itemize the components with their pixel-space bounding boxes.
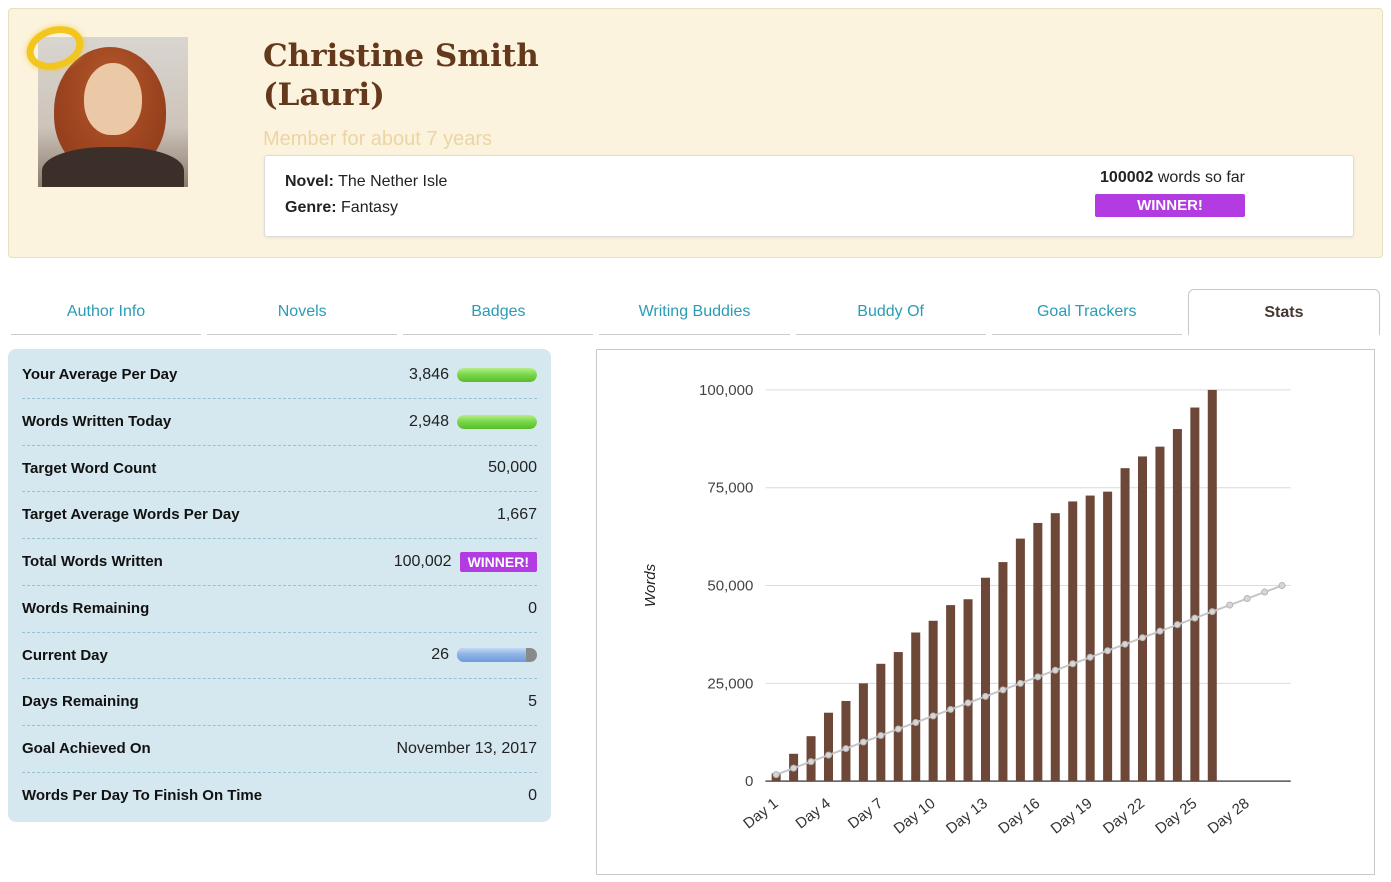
stat-row-words-today: Words Written Today 2,948 (22, 399, 537, 446)
stat-value: 26 (431, 646, 449, 664)
stat-value: 1,667 (496, 506, 537, 524)
svg-text:Day 1: Day 1 (740, 795, 781, 832)
average-per-day-bar (457, 367, 537, 382)
svg-text:Day 10: Day 10 (891, 795, 939, 838)
membership-duration: Member for about 7 years (263, 127, 492, 150)
stat-label: Current Day (22, 646, 108, 664)
svg-text:0: 0 (745, 773, 753, 790)
stat-row-target-word-count: Target Word Count 50,000 (22, 446, 537, 493)
novel-summary-box: Novel: The Nether Isle Genre: Fantasy 10… (264, 155, 1354, 237)
genre-value: Fantasy (341, 198, 398, 216)
stat-value: 100,002 (393, 552, 452, 570)
tab-author-info[interactable]: Author Info (11, 289, 202, 335)
stats-summary-panel: Your Average Per Day 3,846 Words Written… (8, 349, 551, 822)
stat-row-words-remaining: Words Remaining 0 (22, 586, 537, 633)
stat-label: Words Written Today (22, 412, 172, 430)
genre-line: Genre: Fantasy (285, 195, 447, 221)
stat-value: 3,846 (408, 365, 449, 383)
stat-row-current-day: Current Day 26 (22, 633, 537, 680)
stat-label: Target Average Words Per Day (22, 506, 240, 524)
word-count-chart-panel: 0 25,000 50,000 75,000 100,000 Day 1 Day 4 Day … (596, 349, 1375, 875)
words-so-far-count: 100002 (1100, 169, 1154, 186)
novel-label: Novel: (285, 173, 334, 190)
stat-value: 5 (528, 693, 537, 711)
stat-value: 0 (528, 786, 537, 804)
tab-buddy-of[interactable]: Buddy Of (795, 289, 986, 335)
stat-row-average-per-day: Your Average Per Day 3,846 (22, 352, 537, 399)
svg-text:Day 22: Day 22 (1100, 795, 1148, 838)
winner-badge: WINNER! (1095, 194, 1245, 217)
stat-label: Target Word Count (22, 459, 157, 477)
stat-label: Total Words Written (22, 553, 163, 570)
genre-label: Genre: (285, 198, 337, 216)
wordcount-block: 100002 words so far WINNER! (1095, 169, 1333, 217)
words-so-far: 100002 words so far (1100, 169, 1245, 187)
tab-novels[interactable]: Novels (207, 289, 398, 335)
current-day-progress-bar (457, 648, 537, 663)
stat-row-goal-achieved: Goal Achieved On November 13, 2017 (22, 726, 537, 773)
svg-text:50,000: 50,000 (707, 578, 753, 595)
tab-badges[interactable]: Badges (403, 289, 594, 335)
stat-label: Words Remaining (22, 599, 150, 617)
svg-text:Day 13: Day 13 (943, 795, 991, 838)
words-so-far-suffix: words so far (1153, 169, 1245, 186)
author-name: Christine Smith (Lauri) (263, 38, 539, 114)
svg-text:Day 25: Day 25 (1152, 795, 1200, 838)
svg-text:Words: Words (642, 563, 659, 607)
word-count-chart: 0 25,000 50,000 75,000 100,000 Day 1 Day 4 Day … (642, 382, 1291, 838)
novel-details: Novel: The Nether Isle Genre: Fantasy (285, 169, 447, 220)
avatar-face (84, 63, 142, 135)
stat-label: Your Average Per Day (22, 366, 178, 383)
svg-text:75,000: 75,000 (707, 480, 753, 497)
avatar (20, 19, 188, 187)
words-today-bar (457, 414, 537, 429)
svg-text:25,000: 25,000 (707, 675, 753, 692)
stat-label: Goal Achieved On (22, 740, 151, 757)
svg-text:100,000: 100,000 (699, 382, 753, 399)
svg-text:Day 28: Day 28 (1205, 795, 1253, 838)
novel-line: Novel: The Nether Isle (285, 169, 447, 195)
svg-text:Day 19: Day 19 (1048, 795, 1096, 838)
tab-writing-buddies[interactable]: Writing Buddies (599, 289, 790, 335)
stat-row-target-average: Target Average Words Per Day 1,667 (22, 492, 537, 539)
stat-value: 0 (528, 599, 537, 617)
avatar-body (42, 147, 184, 187)
winner-badge: WINNER! (459, 551, 537, 572)
stat-row-total-words: Total Words Written 100,002 WINNER! (22, 539, 537, 586)
novel-title: The Nether Isle (338, 173, 448, 190)
stat-value: November 13, 2017 (396, 739, 537, 757)
svg-text:Day 7: Day 7 (845, 795, 886, 832)
svg-text:Day 4: Day 4 (793, 795, 834, 832)
stat-row-words-per-day-to-finish: Words Per Day To Finish On Time 0 (22, 773, 537, 819)
stat-value: 50,000 (488, 459, 537, 477)
stat-value: 2,948 (408, 412, 449, 430)
stat-label: Days Remaining (22, 693, 139, 711)
profile-tabs: Author Info Novels Badges Writing Buddie… (8, 289, 1383, 335)
tab-stats[interactable]: Stats (1187, 289, 1380, 335)
svg-text:Day 16: Day 16 (995, 795, 1043, 838)
main-content: Your Average Per Day 3,846 Words Written… (8, 349, 1375, 875)
stat-row-days-remaining: Days Remaining 5 (22, 679, 537, 726)
tab-goal-trackers[interactable]: Goal Trackers (991, 289, 1182, 335)
stat-label: Words Per Day To Finish On Time (22, 786, 263, 804)
profile-header: Christine Smith (Lauri) Member for about… (8, 8, 1383, 258)
